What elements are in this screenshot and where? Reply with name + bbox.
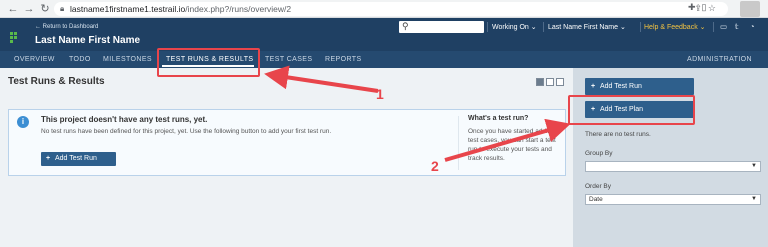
forward-icon[interactable]: → [22,2,36,16]
add-test-run-label: Add Test Run [55,155,97,162]
view-toggle [534,78,564,88]
no-runs-text: There are no test runs. [585,131,651,138]
highlight-box-tab [157,48,260,77]
sidebar-icon[interactable]: ▯ [702,2,713,12]
order-by-value: Date [589,196,603,203]
annotation-number-1: 1 [376,86,384,102]
divider [458,116,459,170]
profile-avatar[interactable] [740,1,760,17]
help-title: What's a test run? [468,115,529,122]
empty-state-description: No test runs have been defined for this … [41,128,332,135]
main-content: Test Runs & Results i This project doesn… [0,68,573,247]
extensions-icon[interactable]: ✚ [688,2,702,12]
highlight-box-add-test-plan [568,95,695,125]
chat-icon[interactable]: ▭ [720,22,727,31]
search-input[interactable]: ⚲ [399,21,484,33]
group-by-select[interactable]: ▼ [585,161,761,172]
tab-reports[interactable]: REPORTS [325,56,362,63]
app-header: ← Return to Dashboard Last Name First Na… [0,18,768,51]
extension-area: ✚▯ [688,2,713,13]
add-test-run-button-inline[interactable]: + Add Test Run [41,152,116,166]
add-test-run-label: Add Test Run [600,83,642,90]
working-on-label: Working On [492,24,529,31]
chevron-down-icon: ⌄ [699,24,706,31]
compact-view-icon[interactable] [546,78,554,86]
info-icon: i [17,116,29,128]
help-feedback-menu[interactable]: Help & Feedback ⌄ [644,23,706,31]
divider [713,22,714,32]
annotation-number-2: 2 [431,158,439,174]
working-on-dropdown[interactable]: Working On ⌄ [492,23,537,31]
order-by-select[interactable]: Date ▼ [585,194,761,205]
order-by-label: Order By [585,183,612,190]
main-navigation: OVERVIEW TODO MILESTONES TEST RUNS & RES… [0,51,768,68]
url-text: lastname1firstname1.testrail.io/index.ph… [70,4,291,14]
project-title: Last Name First Name [35,35,141,46]
rss-icon[interactable]: ◔ [750,22,755,31]
tab-test-cases[interactable]: TEST CASES [265,56,312,63]
return-to-dashboard-link[interactable]: ← Return to Dashboard [35,24,98,30]
page-title: Test Runs & Results [8,76,105,87]
user-name: Last Name First Name [548,24,619,31]
url-domain: lastname1firstname1.testrail.io [70,4,186,14]
lock-icon: 🔒︎ [60,4,65,13]
tab-todo[interactable]: TODO [69,56,91,63]
plus-icon: + [46,155,51,162]
empty-state-title: This project doesn't have any test runs,… [41,115,208,124]
search-icon: ⚲ [402,21,409,31]
url-path: /index.php?/runs/overview/2 [185,4,292,14]
address-bar[interactable]: 🔒︎ lastname1firstname1.testrail.io/index… [54,2,728,16]
divider [640,22,641,32]
chevron-down-icon: ▼ [751,163,757,169]
group-by-label: Group By [585,150,613,157]
help-description: Once you have started adding test cases,… [468,128,556,162]
grid-view-icon[interactable] [556,78,564,86]
user-menu[interactable]: Last Name First Name ⌄ [548,23,626,31]
chevron-down-icon: ⌄ [530,24,537,31]
browser-toolbar: ← → ↻ 🔒︎ lastname1firstname1.testrail.io… [0,0,768,18]
plus-icon: + [591,83,596,90]
divider [543,22,544,32]
list-view-icon[interactable] [536,78,544,86]
help-label: Help & Feedback [644,24,698,31]
twitter-icon[interactable]: 𝕥 [735,22,739,31]
chevron-down-icon: ⌄ [619,24,626,31]
divider [487,22,488,32]
reload-icon[interactable]: ↻ [38,2,52,16]
add-test-run-button[interactable]: + Add Test Run [585,78,694,95]
tab-administration[interactable]: ADMINISTRATION [687,56,752,63]
empty-state-panel: i This project doesn't have any test run… [8,109,566,176]
tab-overview[interactable]: OVERVIEW [14,56,55,63]
tab-milestones[interactable]: MILESTONES [103,56,152,63]
chevron-down-icon: ▼ [751,196,757,202]
testrail-logo-icon[interactable] [10,32,20,43]
back-icon[interactable]: ← [6,2,20,16]
